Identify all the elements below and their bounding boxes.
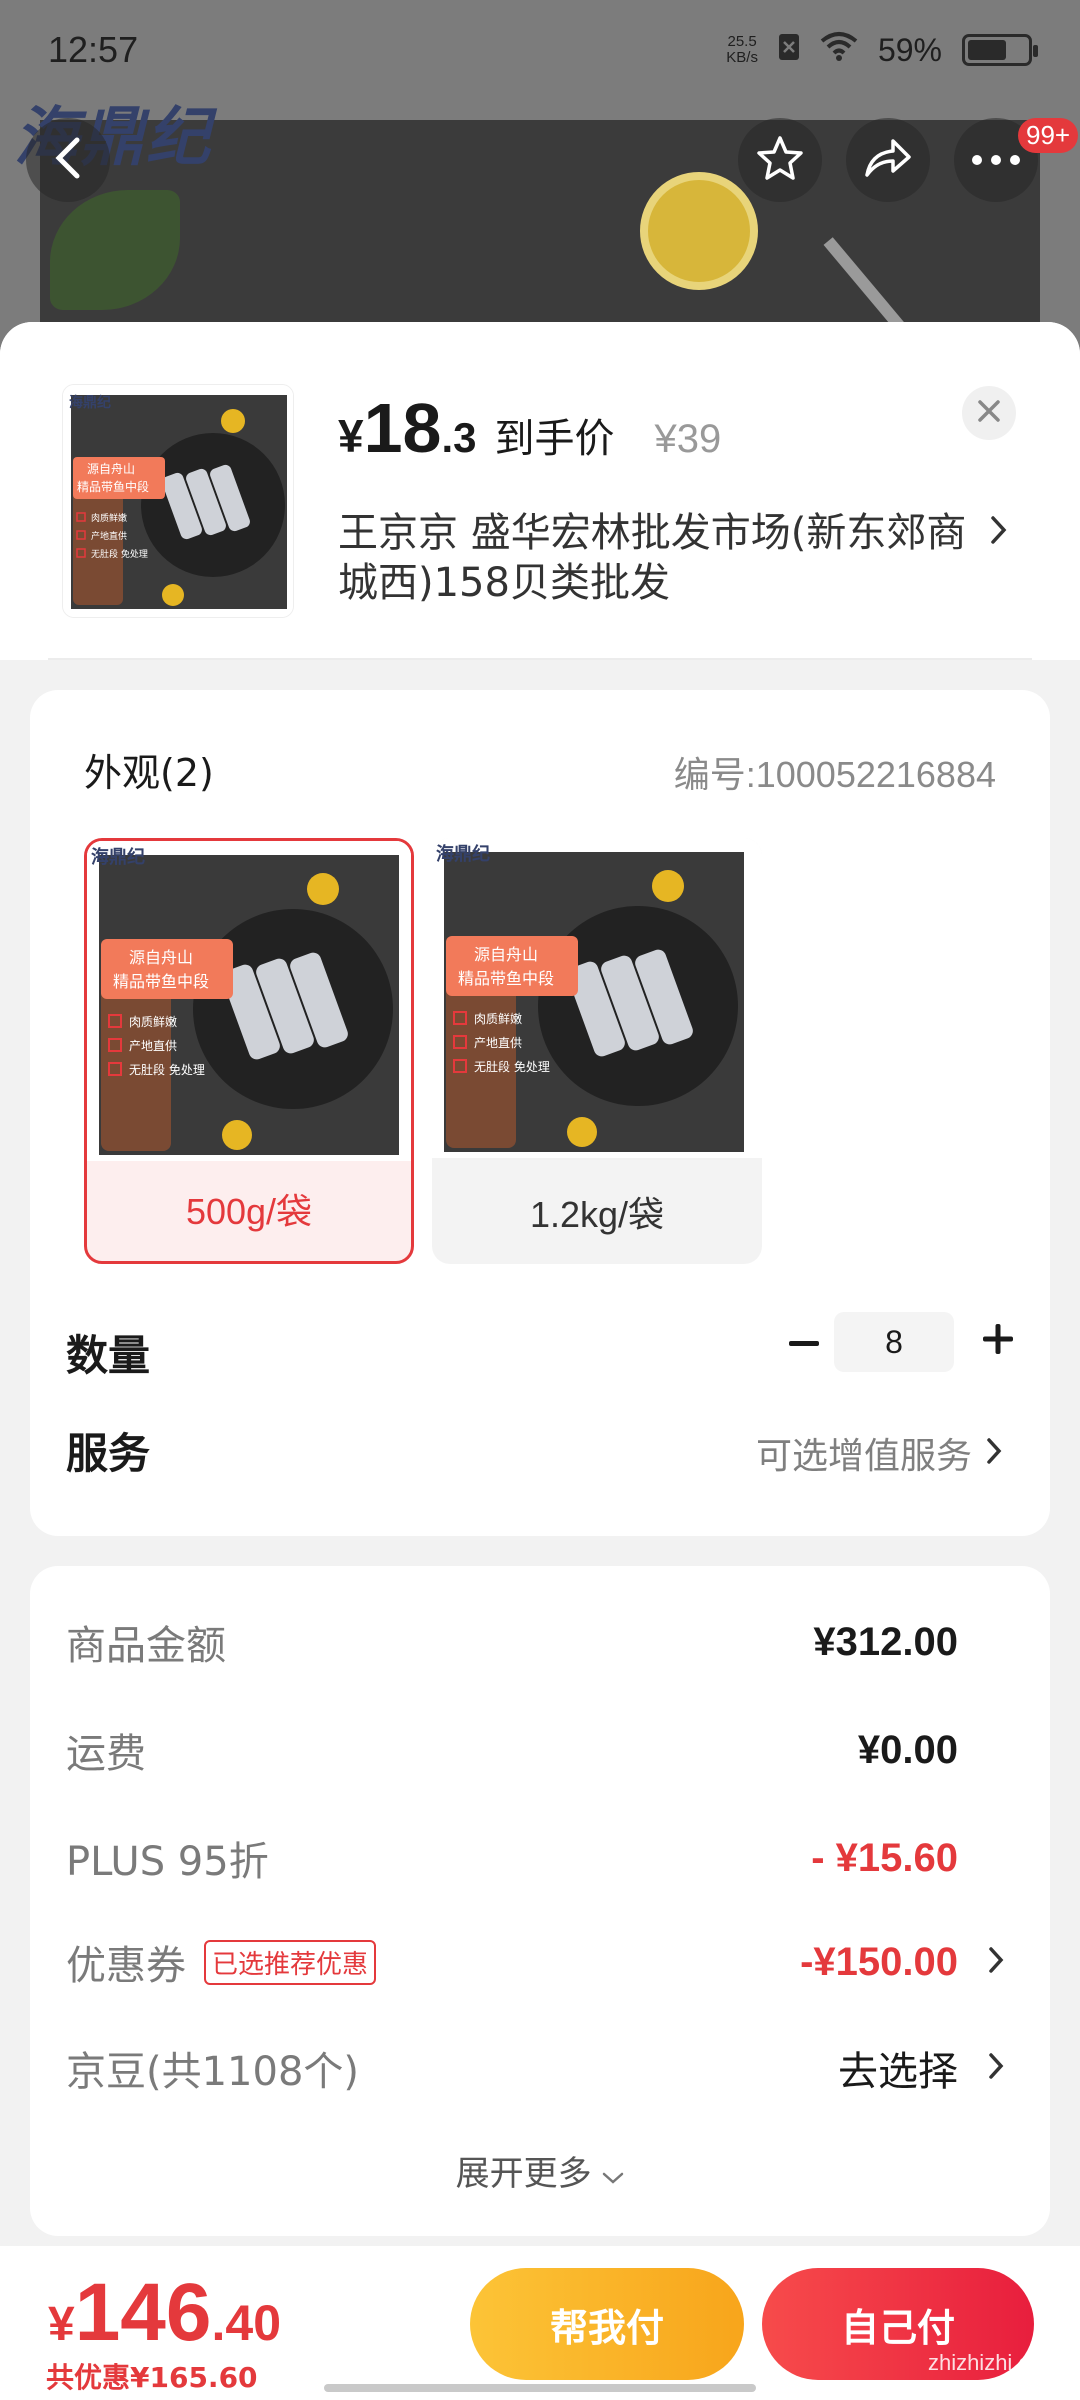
price-integer: 18 bbox=[363, 389, 442, 467]
service-hint-text: 可选增值服务 bbox=[755, 1436, 972, 1477]
svg-text:产地直供: 产地直供 bbox=[474, 1036, 522, 1050]
svg-text:精品带鱼中段: 精品带鱼中段 bbox=[77, 479, 149, 494]
quantity-label: 数量 bbox=[66, 1331, 151, 1380]
price-currency: ¥ bbox=[338, 410, 364, 462]
svg-text:产地直供: 产地直供 bbox=[91, 530, 127, 542]
svg-text:海鼎纪: 海鼎纪 bbox=[91, 846, 145, 868]
minus-icon bbox=[789, 1332, 819, 1351]
plus-discount-row: PLUS 95折 - ¥15.60 bbox=[66, 1828, 1014, 1888]
goods-amount-label: 商品金额 bbox=[66, 1623, 226, 1669]
total-currency: ¥ bbox=[48, 2298, 75, 2351]
coupon-label: 优惠券 bbox=[66, 1943, 186, 1989]
product-code: 编号:100052216884 bbox=[673, 754, 996, 795]
variant-option-1-2kg[interactable]: 海鼎纪 源自舟山 精品带鱼中段 肉质鲜嫩 产地直供 无肚段 免处理 1.2kg/… bbox=[432, 838, 762, 1264]
variant-label: 500g/袋 bbox=[185, 1191, 313, 1232]
svg-text:产地直供: 产地直供 bbox=[129, 1039, 177, 1053]
shipping-value: ¥0.00 bbox=[857, 1727, 958, 1772]
svg-text:源自舟山: 源自舟山 bbox=[129, 948, 193, 967]
fee-card: 商品金额 ¥312.00 运费 ¥0.00 PLUS 95折 - ¥15.60 … bbox=[30, 1566, 1050, 2236]
svg-text:无肚段 免处理: 无肚段 免处理 bbox=[474, 1059, 550, 1074]
star-icon bbox=[756, 135, 804, 185]
variant-option-500g[interactable]: 海鼎纪 源自舟山 精品带鱼中段 肉质鲜嫩 产地直供 无肚段 免处理 500g/袋 bbox=[84, 838, 414, 1264]
svg-text:肉质鲜嫩: 肉质鲜嫩 bbox=[474, 1012, 522, 1026]
jd-beans-label: 京豆(共1108个) bbox=[66, 2049, 360, 2095]
svg-text:肉质鲜嫩: 肉质鲜嫩 bbox=[91, 512, 127, 524]
status-time: 12:57 bbox=[48, 29, 139, 70]
back-icon bbox=[53, 136, 83, 184]
network-speed: 25.5 KB/s bbox=[726, 33, 758, 66]
home-indicator[interactable] bbox=[324, 2384, 756, 2392]
total-saving: 共优惠¥165.60 bbox=[46, 2361, 258, 2394]
share-button[interactable] bbox=[846, 118, 930, 202]
svg-text:精品带鱼中段: 精品带鱼中段 bbox=[458, 969, 554, 988]
spec-title: 外观(2) bbox=[84, 751, 214, 795]
plus-icon bbox=[983, 1324, 1013, 1358]
quantity-increase-button[interactable] bbox=[972, 1315, 1024, 1367]
notification-badge: 99+ bbox=[1018, 118, 1079, 153]
variant-label: 1.2kg/袋 bbox=[529, 1194, 665, 1235]
svg-text:无肚段 免处理: 无肚段 免处理 bbox=[129, 1062, 205, 1077]
service-label: 服务 bbox=[66, 1429, 151, 1478]
original-price: ¥39 bbox=[654, 417, 722, 461]
store-address[interactable]: 王京京 盛华宏林批发市场(新东郊商城西)158贝类批发 bbox=[338, 508, 978, 608]
svg-text:海鼎纪: 海鼎纪 bbox=[69, 394, 111, 411]
quantity-input[interactable]: 8 bbox=[834, 1312, 954, 1372]
close-button[interactable] bbox=[962, 386, 1016, 440]
svg-text:海鼎纪: 海鼎纪 bbox=[436, 843, 490, 865]
expand-more-label: 展开更多 bbox=[455, 2154, 592, 2194]
share-icon bbox=[863, 137, 913, 183]
goods-amount-row: 商品金额 ¥312.00 bbox=[66, 1612, 1014, 1672]
chevron-down-icon bbox=[602, 2154, 624, 2194]
coupon-value: -¥150.00 bbox=[800, 1939, 958, 1984]
chevron-right-icon bbox=[988, 1946, 1004, 1978]
total-decimal: .40 bbox=[211, 2295, 282, 2351]
favorite-button[interactable] bbox=[738, 118, 822, 202]
variant-image: 海鼎纪 源自舟山 精品带鱼中段 肉质鲜嫩 产地直供 无肚段 免处理 bbox=[432, 838, 762, 1158]
price-decimal: .3 bbox=[441, 414, 477, 461]
variant-image: 海鼎纪 源自舟山 精品带鱼中段 肉质鲜嫩 产地直供 无肚段 免处理 bbox=[87, 841, 411, 1161]
expand-more-button[interactable]: 展开更多 bbox=[30, 2146, 1050, 2195]
status-bar: 12:57 25.5 KB/s 59% bbox=[0, 0, 1080, 100]
battery-icon bbox=[962, 34, 1038, 66]
more-icon bbox=[971, 151, 1021, 170]
price-label: 到手价 bbox=[494, 416, 615, 462]
spec-card: 外观(2) 编号:100052216884 海鼎纪 源自舟山 精品带鱼中段 肉质… bbox=[30, 690, 1050, 1536]
purchase-sheet: 海鼎纪 源自舟山 精品带鱼中段 肉质鲜嫩 产地直供 无肚段 免处理 ¥ 18 .… bbox=[0, 322, 1080, 2400]
quantity-decrease-button[interactable] bbox=[778, 1315, 830, 1367]
product-page-background: 12:57 25.5 KB/s 59% 海鼎纪 99+ bbox=[0, 0, 1080, 360]
jd-beans-row[interactable]: 京豆(共1108个) 去选择 bbox=[66, 2038, 1014, 2098]
svg-text:无肚段 免处理: 无肚段 免处理 bbox=[91, 548, 148, 560]
shipping-label: 运费 bbox=[66, 1731, 146, 1777]
total-integer: 146 bbox=[74, 2267, 212, 2358]
plus-discount-value: - ¥15.60 bbox=[811, 1835, 958, 1880]
svg-text:精品带鱼中段: 精品带鱼中段 bbox=[113, 972, 209, 991]
chevron-right-icon bbox=[986, 1433, 1002, 1474]
chevron-right-icon bbox=[990, 514, 1008, 550]
help-me-pay-button[interactable]: 帮我付 bbox=[470, 2268, 744, 2380]
sim-off-icon bbox=[778, 32, 800, 69]
svg-text:源自舟山: 源自舟山 bbox=[474, 945, 538, 964]
sheet-header: 海鼎纪 源自舟山 精品带鱼中段 肉质鲜嫩 产地直供 无肚段 免处理 ¥ 18 .… bbox=[0, 322, 1080, 660]
service-selector[interactable]: 可选增值服务 bbox=[756, 1427, 1002, 1479]
divider bbox=[48, 658, 1032, 660]
watermark: zhizhizhi.com bbox=[927, 2350, 1060, 2375]
chevron-right-icon bbox=[988, 2052, 1004, 2084]
shipping-row: 运费 ¥0.00 bbox=[66, 1720, 1014, 1780]
status-icons: 25.5 KB/s 59% bbox=[726, 31, 1038, 69]
svg-text:源自舟山: 源自舟山 bbox=[87, 462, 135, 476]
svg-text:肉质鲜嫩: 肉质鲜嫩 bbox=[129, 1015, 177, 1029]
bottom-action-bar: ¥ 146 .40 共优惠¥165.60 帮我付 自己付 bbox=[0, 2246, 1080, 2400]
close-icon bbox=[976, 398, 1002, 428]
coupon-tag: 已选推荐优惠 bbox=[204, 1939, 377, 1985]
jd-beans-action: 去选择 bbox=[838, 2049, 958, 2095]
goods-amount-value: ¥312.00 bbox=[813, 1619, 958, 1664]
back-button[interactable] bbox=[26, 118, 110, 202]
battery-percent: 59% bbox=[877, 31, 942, 68]
wifi-icon bbox=[820, 31, 858, 69]
product-thumbnail: 海鼎纪 源自舟山 精品带鱼中段 肉质鲜嫩 产地直供 无肚段 免处理 bbox=[62, 384, 294, 618]
price-row: ¥ 18 .3 到手价 ¥39 bbox=[338, 388, 721, 468]
total-price: ¥ 146 .40 bbox=[48, 2266, 281, 2360]
plus-discount-label: PLUS 95折 bbox=[66, 1839, 269, 1885]
coupon-row[interactable]: 优惠券 已选推荐优惠 -¥150.00 bbox=[66, 1932, 1014, 1992]
